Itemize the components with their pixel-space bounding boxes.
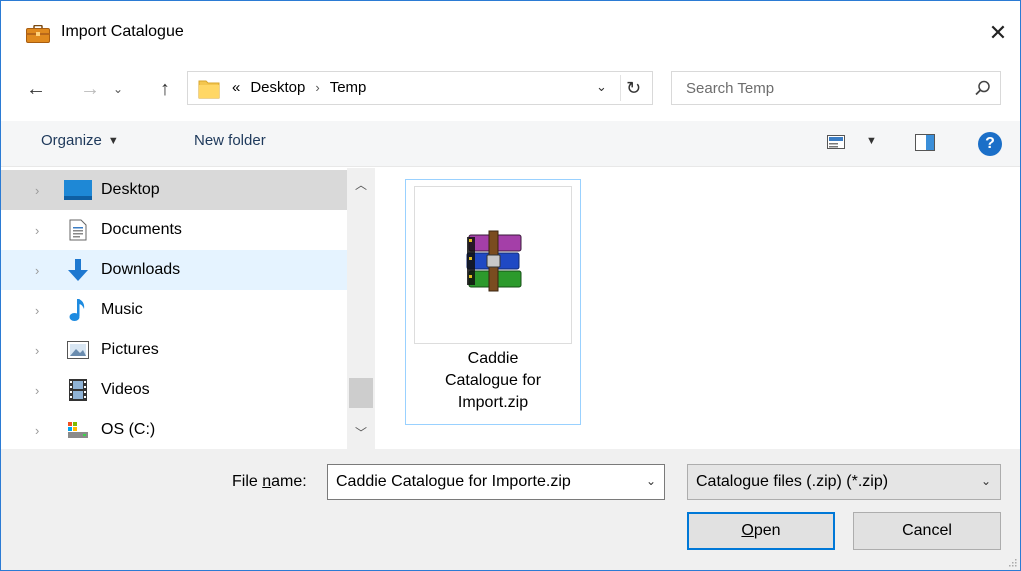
- expand-chevron-icon[interactable]: ›: [35, 183, 39, 198]
- chevron-down-icon: ⌄: [112, 82, 124, 96]
- arrow-right-icon: →: [80, 77, 100, 100]
- sidebar-item-label: OS (C:): [101, 421, 156, 438]
- sidebar-item-label: Documents: [101, 221, 182, 238]
- music-icon: [64, 298, 92, 322]
- pictures-icon: [64, 338, 92, 362]
- arrow-left-icon: ←: [26, 77, 46, 100]
- help-icon: ?: [985, 135, 995, 152]
- new-folder-button[interactable]: New folder: [194, 132, 266, 149]
- new-folder-label: New folder: [194, 132, 266, 149]
- sidebar-item-os-c[interactable]: › OS (C:): [1, 410, 347, 450]
- command-toolbar: Organize ▼ New folder ▼ ?: [1, 121, 1020, 167]
- sidebar-item-downloads[interactable]: › Downloads: [1, 250, 347, 290]
- file-name-label: File name:: [232, 473, 307, 491]
- winrar-archive-icon: [466, 230, 522, 292]
- sidebar-item-label: Music: [101, 301, 143, 318]
- sidebar-item-label: Pictures: [101, 341, 159, 358]
- breadcrumb: « Desktop › Temp: [232, 79, 366, 96]
- sidebar-item-label: Downloads: [101, 261, 181, 278]
- back-button[interactable]: ←: [23, 75, 49, 103]
- folder-icon: [198, 80, 220, 99]
- file-name-line: Catalogue for: [444, 372, 542, 389]
- breadcrumb-temp[interactable]: Temp: [330, 79, 367, 96]
- scroll-up-icon[interactable]: ︿: [347, 176, 375, 196]
- chevron-down-icon: ⌄: [980, 474, 991, 488]
- preview-pane-icon[interactable]: [915, 134, 935, 151]
- bottom-bar: File name: ⌄ Catalogue files (.zip) (*.z…: [1, 449, 1020, 570]
- drive-icon: [64, 418, 92, 442]
- expand-chevron-icon[interactable]: ›: [35, 303, 39, 318]
- briefcase-icon: [26, 25, 50, 43]
- cancel-label: Cancel: [902, 522, 952, 539]
- close-icon: ✕: [988, 20, 1008, 45]
- cancel-button[interactable]: Cancel: [853, 512, 1001, 550]
- resize-grip-icon[interactable]: [1007, 557, 1017, 567]
- file-type-value: Catalogue files (.zip) (*.zip): [696, 473, 889, 490]
- title-bar: Import Catalogue ✕: [1, 1, 1020, 65]
- downloads-icon: [64, 258, 92, 282]
- window-title: Import Catalogue: [61, 23, 184, 40]
- recent-locations-button[interactable]: ⌄: [109, 75, 127, 103]
- address-bar[interactable]: « Desktop › Temp ⌄ ↻: [187, 71, 653, 105]
- breadcrumb-separator-icon[interactable]: ›: [315, 80, 319, 95]
- help-button[interactable]: ?: [978, 132, 1002, 156]
- sidebar-item-desktop[interactable]: › Desktop: [1, 170, 347, 210]
- file-name-label-suffix: ame:: [271, 473, 307, 490]
- expand-chevron-icon[interactable]: ›: [35, 343, 39, 358]
- expand-chevron-icon[interactable]: ›: [35, 263, 39, 278]
- breadcrumb-desktop[interactable]: Desktop: [250, 79, 305, 96]
- desktop-icon: [64, 178, 92, 202]
- up-button[interactable]: ↑: [153, 75, 177, 103]
- organize-button[interactable]: Organize ▼: [41, 132, 119, 149]
- sidebar-item-videos[interactable]: › Videos: [1, 370, 347, 410]
- file-name-input[interactable]: [328, 465, 633, 499]
- file-name-line: Import.zip: [457, 394, 529, 411]
- sidebar-item-music[interactable]: › Music: [1, 290, 347, 330]
- sidebar-item-label: Videos: [101, 381, 150, 398]
- caret-down-icon: ▼: [107, 134, 119, 147]
- videos-icon: [64, 378, 92, 402]
- documents-icon: [64, 218, 92, 242]
- navigation-pane: › Desktop › Documents › Downloads › Musi…: [1, 168, 381, 449]
- forward-button[interactable]: →: [77, 75, 103, 103]
- scrollbar-thumb[interactable]: [349, 378, 373, 408]
- file-name-label-prefix: File: [232, 473, 263, 490]
- view-dropdown-icon[interactable]: ▼: [866, 135, 877, 147]
- refresh-icon: ↻: [625, 77, 642, 98]
- organize-label: Organize: [41, 132, 102, 149]
- sidebar-item-label: Desktop: [101, 181, 160, 198]
- scroll-down-icon[interactable]: ﹀: [347, 424, 375, 444]
- search-icon[interactable]: [974, 79, 992, 97]
- arrow-up-icon: ↑: [160, 77, 170, 100]
- expand-chevron-icon[interactable]: ›: [35, 383, 39, 398]
- open-label-rest: pen: [753, 522, 781, 539]
- search-input[interactable]: [672, 72, 962, 104]
- view-options-icon[interactable]: [827, 135, 845, 149]
- open-label-accel: O: [741, 522, 754, 539]
- chevron-down-icon[interactable]: ⌄: [646, 474, 656, 488]
- file-item[interactable]: Caddie Catalogue for Import.zip: [405, 179, 581, 425]
- open-button[interactable]: Open: [687, 512, 835, 550]
- file-name: Caddie Catalogue for Import.zip: [406, 348, 580, 414]
- file-name-label-accel: n: [262, 473, 272, 490]
- sidebar-item-pictures[interactable]: › Pictures: [1, 330, 347, 370]
- file-thumbnail: [414, 186, 572, 344]
- address-row: ← → ⌄ ↑ « Desktop › Temp ⌄ ↻: [1, 69, 1020, 109]
- expand-chevron-icon[interactable]: ›: [35, 423, 39, 438]
- sidebar-item-documents[interactable]: › Documents: [1, 210, 347, 250]
- file-list: Caddie Catalogue for Import.zip: [381, 168, 1020, 449]
- file-name-combobox: ⌄: [327, 464, 665, 500]
- nav-scrollbar[interactable]: ︿ ﹀: [347, 168, 375, 449]
- file-name-line: Caddie: [467, 350, 519, 367]
- breadcrumb-overflow[interactable]: «: [232, 79, 240, 96]
- address-dropdown-icon[interactable]: ⌄: [596, 79, 607, 95]
- import-catalogue-dialog: Import Catalogue ✕ ← → ⌄ ↑ « Desktop › T…: [0, 0, 1021, 571]
- refresh-button[interactable]: ↻: [620, 75, 646, 101]
- file-type-select[interactable]: Catalogue files (.zip) (*.zip) ⌄: [687, 464, 1001, 500]
- expand-chevron-icon[interactable]: ›: [35, 223, 39, 238]
- search-box: [671, 71, 1001, 105]
- close-button[interactable]: ✕: [976, 13, 1020, 53]
